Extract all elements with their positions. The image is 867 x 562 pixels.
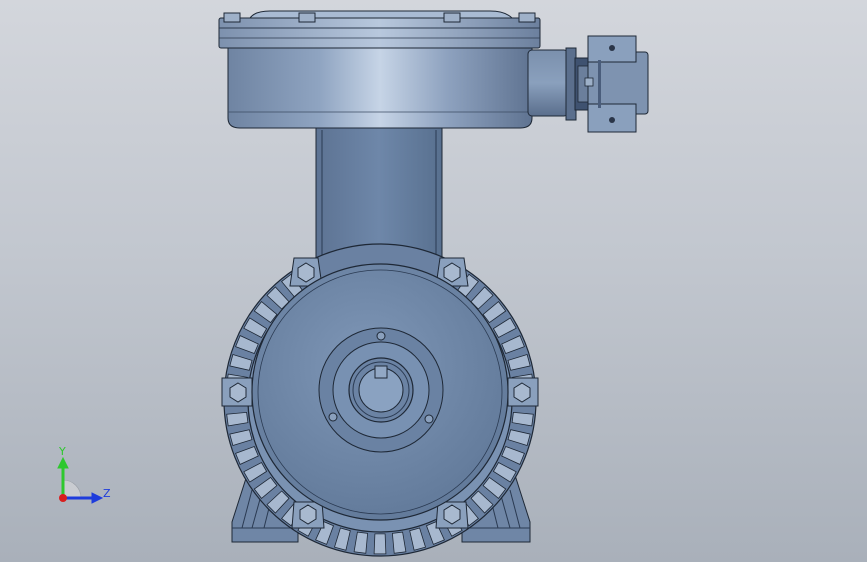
screw-icon [376,331,386,341]
bolt-icon [518,12,536,23]
terminal-box-support [315,127,443,263]
screw-icon [609,117,615,123]
bolt-icon [443,12,461,23]
screw-icon [328,412,338,422]
terminal-box-cover [249,10,514,19]
motor-model-view[interactable]: Y Z [0,0,867,562]
terminal-box-body [227,47,533,129]
x-axis-dot [59,494,67,502]
cooling-fin [373,533,387,555]
terminal-box-flange [218,17,541,49]
z-axis-arrowhead [91,492,104,504]
bolt-icon [298,12,316,23]
z-axis-label: Z [103,487,111,500]
cable-gland [527,35,649,133]
shaft-key [374,365,388,379]
screw-icon [424,414,434,424]
view-orientation-triad[interactable]: Y Z [57,445,111,504]
screw-icon [609,45,615,51]
bolt-icon [223,12,241,23]
graphics-viewport[interactable]: Y Z [0,0,867,562]
terminal-box [218,10,541,129]
y-axis-label: Y [58,445,66,458]
y-axis-arrowhead [57,456,69,469]
bearing-hub [318,327,444,453]
